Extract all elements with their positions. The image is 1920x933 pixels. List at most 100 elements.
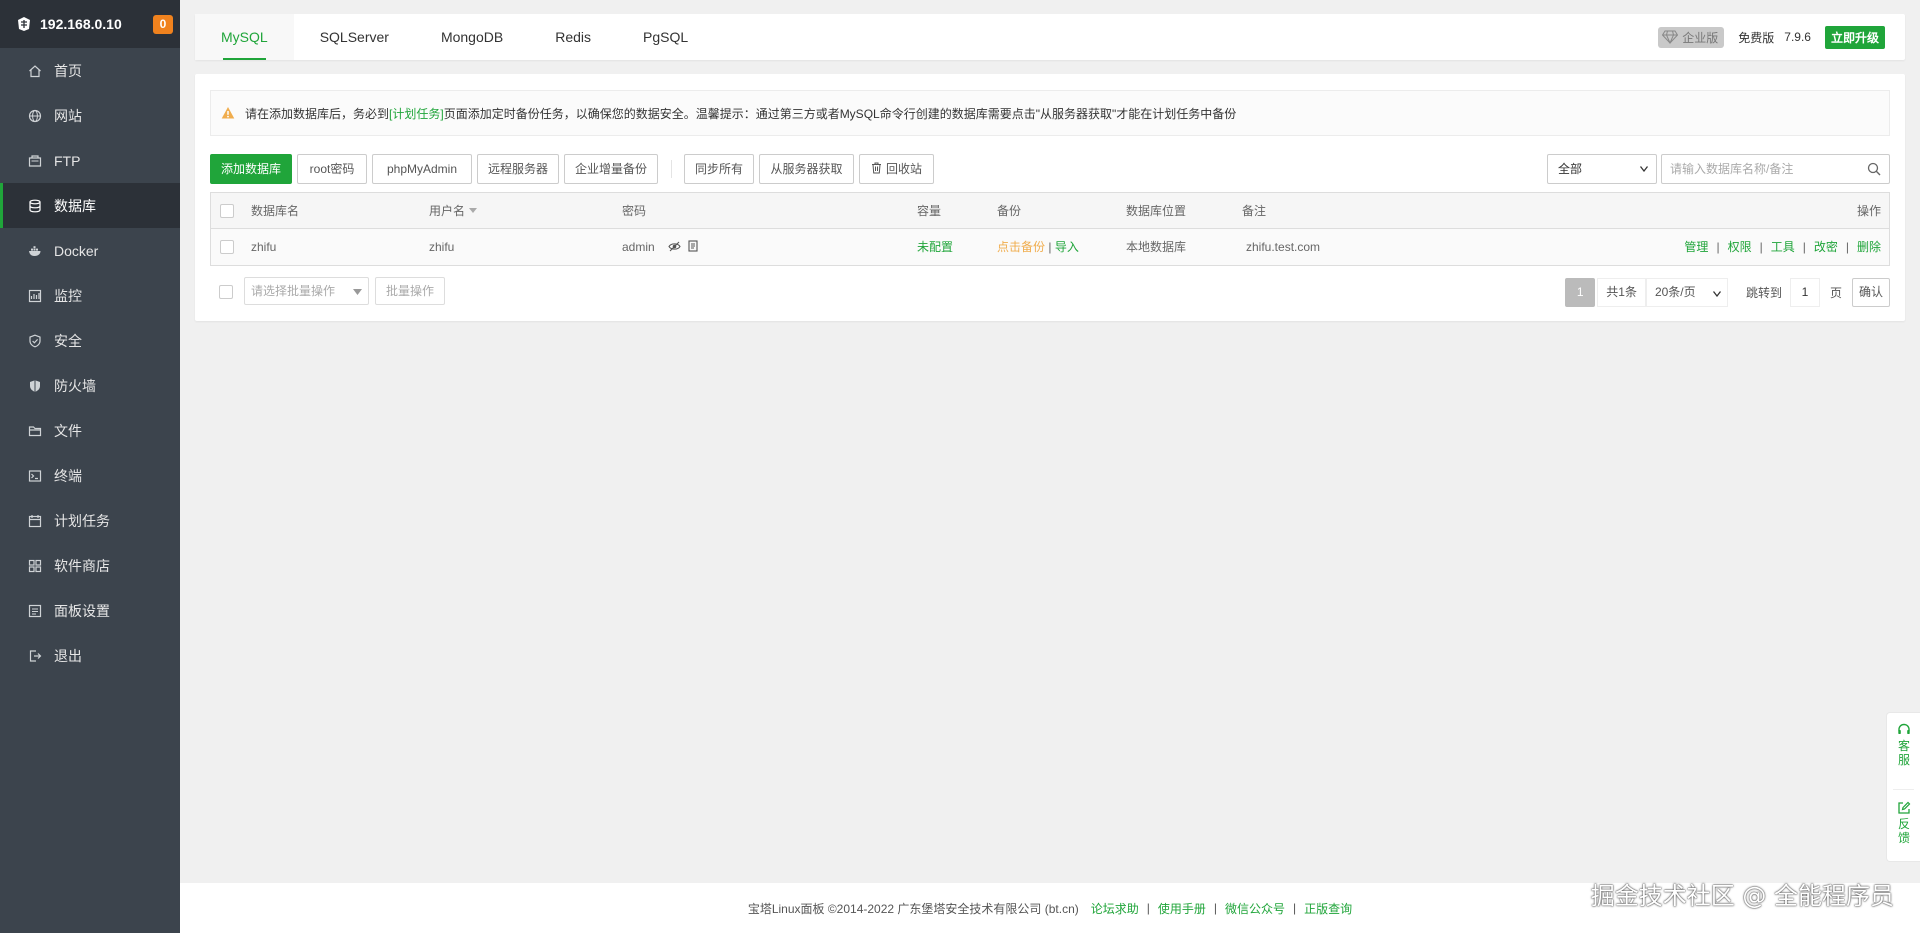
database-table: 数据库名 用户名 密码 容量 备份 数据库位置 备注 操作 zhifu zhif… xyxy=(210,192,1890,266)
sidebar-item-docker[interactable]: Docker xyxy=(0,228,180,273)
password-actions xyxy=(663,231,699,267)
enterprise-backup-button[interactable]: 企业增量备份 xyxy=(564,154,658,184)
free-edition-label: 免费版 xyxy=(1738,30,1775,45)
action-divider: | xyxy=(1845,240,1849,254)
sidebar-item-logout[interactable]: 退出 xyxy=(0,633,180,678)
remote-server-button[interactable]: 远程服务器 xyxy=(477,154,559,184)
row-checkbox[interactable] xyxy=(220,240,234,254)
delete-link[interactable]: 删除 xyxy=(1857,240,1881,254)
change-password-link[interactable]: 改密 xyxy=(1814,240,1838,254)
copyright-text: 宝塔Linux面板 ©2014-2022 广东堡塔安全技术有限公司 (bt.cn… xyxy=(747,901,1079,916)
page-size-select[interactable]: 20条/页 xyxy=(1645,277,1728,307)
sidebar-item-label: 监控 xyxy=(54,287,82,304)
backup-tip-alert: 请在添加数据库后，务必到 [计划任务] 页面添加定时备份任务，以确保您的数据安全。温… xyxy=(210,90,1890,136)
cell-remark[interactable]: zhifu.test.com xyxy=(1246,229,1320,265)
manage-link[interactable]: 管理 xyxy=(1684,240,1708,254)
upgrade-button[interactable]: 立即升级 xyxy=(1824,25,1885,49)
sidebar-item-store[interactable]: 软件商店 xyxy=(0,543,180,588)
shield-icon xyxy=(28,334,42,348)
sidebar-item-monitor[interactable]: 监控 xyxy=(0,273,180,318)
customer-service-button[interactable]: 客服 xyxy=(1887,723,1920,767)
header-db-name: 数据库名 xyxy=(251,204,300,218)
tools-link[interactable]: 工具 xyxy=(1771,240,1795,254)
sidebar-item-ftp[interactable]: FTP xyxy=(0,138,180,183)
sort-icon xyxy=(469,208,478,213)
header-username[interactable]: 用户名 xyxy=(429,193,478,229)
firewall-icon xyxy=(28,379,42,393)
bt-logo-icon xyxy=(18,17,30,31)
eye-icon[interactable] xyxy=(668,240,681,253)
sidebar-item-label: 首页 xyxy=(54,62,82,79)
sidebar-item-cron[interactable]: 计划任务 xyxy=(0,498,180,543)
root-password-button[interactable]: root密码 xyxy=(297,154,367,184)
tab-redis[interactable]: Redis xyxy=(529,14,617,60)
enterprise-badge[interactable]: 企业版 xyxy=(1658,26,1725,48)
sidebar-item-label: 软件商店 xyxy=(54,557,110,574)
cell-username: zhifu xyxy=(429,240,455,254)
license-check-link[interactable]: 正版查询 xyxy=(1304,900,1352,917)
cell-db-name: zhifu xyxy=(251,240,277,254)
jump-confirm-button[interactable]: 确认 xyxy=(1851,277,1890,307)
notification-badge[interactable]: 0 xyxy=(153,15,173,34)
terminal-icon xyxy=(28,469,42,483)
sidebar-item-settings[interactable]: 面板设置 xyxy=(0,588,180,633)
pagination: 1 共1条 20条/页 跳转到 1 页 确认 xyxy=(1565,277,1890,307)
header-password: 密码 xyxy=(622,204,647,218)
alert-text-before: 请在添加数据库后，务必到 xyxy=(245,106,390,121)
cron-task-link[interactable]: [计划任务] xyxy=(389,105,444,122)
page-total: 共1条 xyxy=(1597,277,1646,307)
sidebar-item-label: 面板设置 xyxy=(54,602,110,619)
table-footer: 请选择批量操作 批量操作 1 共1条 20条/页 跳转到 1 页 确认 xyxy=(210,277,1890,307)
feedback-button[interactable]: 反馈 xyxy=(1887,801,1920,845)
password-value: admin xyxy=(622,240,655,254)
jump-page-input[interactable]: 1 xyxy=(1789,277,1820,307)
tab-mongodb[interactable]: MongoDB xyxy=(415,14,529,60)
filter-select[interactable]: 全部 xyxy=(1547,154,1657,184)
table-header: 数据库名 用户名 密码 容量 备份 数据库位置 备注 操作 xyxy=(211,193,1889,229)
tab-pgsql[interactable]: PgSQL xyxy=(617,14,714,60)
manual-link[interactable]: 使用手册 xyxy=(1158,900,1206,917)
sidebar-item-label: 防火墙 xyxy=(54,377,96,394)
batch-action-button[interactable]: 批量操作 xyxy=(375,277,445,305)
sidebar-bottom xyxy=(0,680,180,933)
forum-help-link[interactable]: 论坛求助 xyxy=(1091,900,1139,917)
sidebar: 192.168.0.10 0 首页 网站 FTP 数据库 Docker 监控 安… xyxy=(0,0,180,933)
recycle-bin-label: 回收站 xyxy=(885,162,922,176)
sync-all-button[interactable]: 同步所有 xyxy=(684,154,754,184)
get-from-server-button[interactable]: 从服务器获取 xyxy=(759,154,854,184)
batch-action-select[interactable]: 请选择批量操作 xyxy=(244,277,369,305)
click-backup-link[interactable]: 点击备份 xyxy=(997,240,1045,254)
cell-backup: 点击备份 | 导入 xyxy=(997,229,1079,265)
home-icon xyxy=(28,64,42,78)
search-icon[interactable] xyxy=(1867,162,1881,176)
sidebar-item-label: 退出 xyxy=(54,647,82,664)
capacity-link[interactable]: 未配置 xyxy=(917,229,953,265)
permission-link[interactable]: 权限 xyxy=(1728,240,1752,254)
sidebar-item-home[interactable]: 首页 xyxy=(0,48,180,93)
phpmyadmin-button[interactable]: phpMyAdmin xyxy=(372,154,472,184)
apps-icon xyxy=(28,559,42,573)
sidebar-item-security[interactable]: 安全 xyxy=(0,318,180,363)
header-capacity: 容量 xyxy=(917,204,942,218)
sidebar-item-firewall[interactable]: 防火墙 xyxy=(0,363,180,408)
header-remark: 备注 xyxy=(1242,204,1267,218)
sidebar-item-website[interactable]: 网站 xyxy=(0,93,180,138)
sidebar-item-label: Docker xyxy=(54,242,99,259)
batch-checkbox[interactable] xyxy=(219,285,233,299)
wechat-link[interactable]: 微信公众号 xyxy=(1225,900,1285,917)
tab-sqlserver[interactable]: SQLServer xyxy=(294,14,415,60)
search-input[interactable] xyxy=(1662,155,1852,183)
tab-mysql[interactable]: MySQL xyxy=(195,14,294,60)
import-link[interactable]: 导入 xyxy=(1055,240,1079,254)
sidebar-item-terminal[interactable]: 终端 xyxy=(0,453,180,498)
sidebar-item-files[interactable]: 文件 xyxy=(0,408,180,453)
database-toolbar: 添加数据库 root密码 phpMyAdmin 远程服务器 企业增量备份 同步所… xyxy=(210,154,1890,184)
add-database-button[interactable]: 添加数据库 xyxy=(210,154,292,184)
page-current[interactable]: 1 xyxy=(1565,277,1596,307)
database-tabs: MySQL SQLServer MongoDB Redis PgSQL xyxy=(195,14,1905,60)
sidebar-item-database[interactable]: 数据库 xyxy=(0,183,180,228)
search-box xyxy=(1661,154,1890,184)
copy-icon[interactable] xyxy=(686,240,699,253)
recycle-bin-button[interactable]: 回收站 xyxy=(859,154,934,184)
select-all-checkbox[interactable] xyxy=(220,204,234,218)
